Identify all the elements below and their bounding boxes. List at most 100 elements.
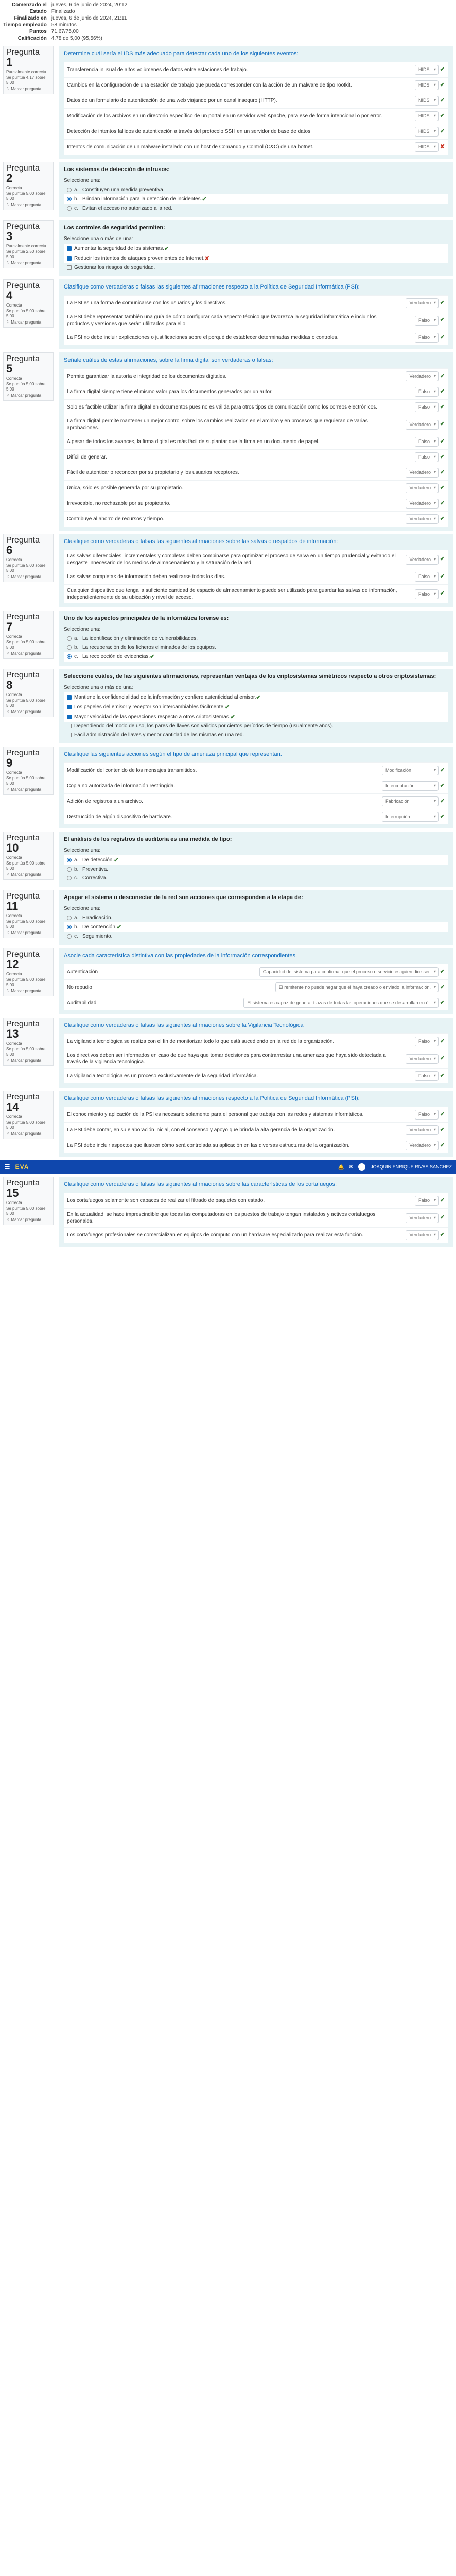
answer-select[interactable]: Falso: [415, 315, 439, 326]
answer-option[interactable]: a. La identificación y eliminación de vul…: [64, 634, 448, 643]
answer-select[interactable]: Falso: [415, 387, 439, 397]
answer-option[interactable]: Mantiene la confidencialidad de la infor…: [64, 692, 448, 702]
answer-option[interactable]: b. Brindan información para la detección …: [64, 194, 448, 204]
flag-question-link[interactable]: ⚐ Marcar pregunta: [6, 787, 50, 792]
flag-label[interactable]: Marcar pregunta: [11, 1131, 41, 1136]
answer-select[interactable]: Falso: [415, 402, 439, 412]
flag-question-link[interactable]: ⚐ Marcar pregunta: [6, 651, 50, 656]
answer-select[interactable]: Falso: [415, 1071, 439, 1081]
option-radio[interactable]: [67, 206, 72, 211]
flag-question-link[interactable]: ⚐ Marcar pregunta: [6, 320, 50, 325]
option-radio[interactable]: [67, 636, 72, 641]
answer-select[interactable]: Verdadero: [406, 1213, 439, 1223]
answer-select[interactable]: Falso: [415, 572, 439, 582]
answer-select[interactable]: El remitente no puede negar que él haya …: [275, 982, 439, 992]
flag-icon[interactable]: ⚐: [6, 787, 11, 792]
bell-icon[interactable]: 🔔: [338, 1164, 344, 1170]
flag-icon[interactable]: ⚐: [6, 202, 11, 207]
answer-option[interactable]: a. De detección. ✔: [64, 855, 448, 865]
flag-question-link[interactable]: ⚐ Marcar pregunta: [6, 261, 50, 266]
flag-question-link[interactable]: ⚐ Marcar pregunta: [6, 574, 50, 580]
flag-label[interactable]: Marcar pregunta: [11, 787, 41, 792]
answer-select[interactable]: Fabricación: [382, 796, 439, 806]
answer-select[interactable]: Falso: [415, 437, 439, 447]
flag-label[interactable]: Marcar pregunta: [11, 261, 41, 265]
option-radio[interactable]: [67, 188, 72, 192]
flag-label[interactable]: Marcar pregunta: [11, 1058, 41, 1063]
flag-icon[interactable]: ⚐: [6, 989, 11, 993]
user-name[interactable]: JOAQUIN ENRIQUE RIVAS SANCHEZ: [371, 1164, 452, 1170]
option-checkbox[interactable]: [67, 715, 72, 719]
answer-select[interactable]: Falso: [415, 452, 439, 462]
flag-label[interactable]: Marcar pregunta: [11, 574, 41, 579]
option-radio[interactable]: [67, 916, 72, 920]
answer-select[interactable]: Verdadero: [406, 371, 439, 381]
answer-select[interactable]: HIDS: [415, 142, 439, 152]
answer-option[interactable]: Fácil administración de llaves y menor c…: [64, 731, 448, 739]
option-radio[interactable]: [67, 867, 72, 872]
option-radio[interactable]: [67, 654, 72, 659]
flag-question-link[interactable]: ⚐ Marcar pregunta: [6, 989, 50, 994]
flag-question-link[interactable]: ⚐ Marcar pregunta: [6, 202, 50, 208]
answer-select[interactable]: Verdadero: [406, 499, 439, 509]
answer-select[interactable]: Interceptación: [382, 781, 439, 791]
answer-option[interactable]: c. Correctiva.: [64, 874, 448, 883]
chat-icon[interactable]: ✉: [349, 1164, 354, 1170]
flag-label[interactable]: Marcar pregunta: [11, 989, 41, 993]
option-radio[interactable]: [67, 197, 72, 201]
answer-select[interactable]: HIDS: [415, 80, 439, 90]
flag-label[interactable]: Marcar pregunta: [11, 709, 41, 714]
answer-select[interactable]: Verdadero: [406, 419, 439, 430]
option-radio[interactable]: [67, 876, 72, 880]
answer-option[interactable]: Los papeles del emisor y receptor son in…: [64, 702, 448, 712]
option-checkbox[interactable]: [67, 265, 72, 270]
avatar[interactable]: [358, 1163, 366, 1171]
flag-icon[interactable]: ⚐: [6, 261, 11, 265]
flag-icon[interactable]: ⚐: [6, 930, 11, 935]
flag-icon[interactable]: ⚐: [6, 320, 11, 325]
flag-icon[interactable]: ⚐: [6, 709, 11, 714]
answer-select[interactable]: Verdadero: [406, 1230, 439, 1240]
brand-logo[interactable]: EVA: [15, 1163, 29, 1171]
flag-question-link[interactable]: ⚐ Marcar pregunta: [6, 872, 50, 877]
answer-select[interactable]: El sistema es capaz de generar trazas de…: [243, 998, 439, 1008]
answer-option[interactable]: Dependiendo del modo de uso, los pares d…: [64, 722, 448, 731]
answer-option[interactable]: b. De contención. ✔: [64, 922, 448, 932]
flag-label[interactable]: Marcar pregunta: [11, 202, 41, 207]
answer-select[interactable]: Verdadero: [406, 1125, 439, 1135]
answer-select[interactable]: Verdadero: [406, 554, 439, 565]
option-checkbox[interactable]: [67, 695, 72, 700]
answer-select[interactable]: Verdadero: [406, 468, 439, 478]
flag-icon[interactable]: ⚐: [6, 393, 11, 398]
flag-icon[interactable]: ⚐: [6, 574, 11, 579]
answer-option[interactable]: b. Preventiva.: [64, 865, 448, 874]
answer-select[interactable]: HIDS: [415, 127, 439, 137]
flag-label[interactable]: Marcar pregunta: [11, 930, 41, 935]
answer-select[interactable]: NIDS: [415, 96, 439, 106]
flag-icon[interactable]: ⚐: [6, 1217, 11, 1222]
answer-option[interactable]: Gestionar los riesgos de seguridad.: [64, 263, 448, 272]
answer-option[interactable]: b. La recuperación de los ficheros elimin…: [64, 643, 448, 652]
answer-select[interactable]: Verdadero: [406, 483, 439, 493]
option-radio[interactable]: [67, 934, 72, 939]
flag-label[interactable]: Marcar pregunta: [11, 320, 41, 325]
flag-icon[interactable]: ⚐: [6, 1131, 11, 1136]
answer-select[interactable]: Falso: [415, 1110, 439, 1120]
option-checkbox[interactable]: [67, 705, 72, 709]
flag-question-link[interactable]: ⚐ Marcar pregunta: [6, 1058, 50, 1063]
answer-select[interactable]: HIDS: [415, 65, 439, 75]
answer-select[interactable]: Interrupción: [382, 812, 439, 822]
flag-question-link[interactable]: ⚐ Marcar pregunta: [6, 1131, 50, 1137]
answer-select[interactable]: Capacidad del sistema para confirmar que…: [259, 967, 439, 977]
answer-option[interactable]: Mayor velocidad de las operaciones respe…: [64, 712, 448, 722]
answer-select[interactable]: Falso: [415, 589, 439, 599]
answer-option[interactable]: Reducir los intentos de ataques provenie…: [64, 253, 448, 263]
menu-icon[interactable]: ☰: [4, 1163, 10, 1171]
flag-icon[interactable]: ⚐: [6, 87, 11, 91]
flag-question-link[interactable]: ⚐ Marcar pregunta: [6, 1217, 50, 1223]
flag-question-link[interactable]: ⚐ Marcar pregunta: [6, 930, 50, 936]
option-checkbox[interactable]: [67, 246, 72, 251]
flag-question-link[interactable]: ⚐ Marcar pregunta: [6, 87, 50, 92]
flag-label[interactable]: Marcar pregunta: [11, 872, 41, 877]
flag-question-link[interactable]: ⚐ Marcar pregunta: [6, 709, 50, 715]
